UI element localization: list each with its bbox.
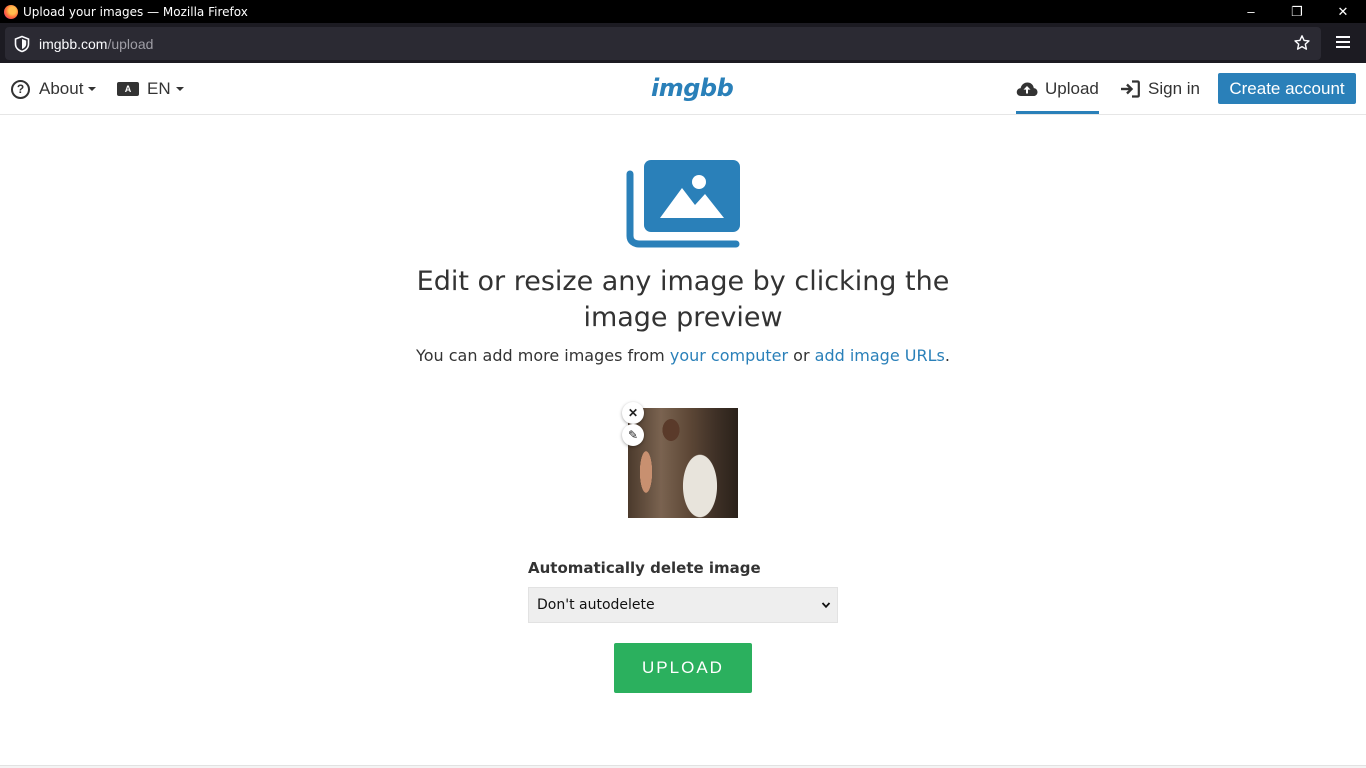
caret-down-icon bbox=[88, 87, 97, 91]
window-controls: – ❐ ✕ bbox=[1228, 0, 1366, 23]
add-more-prefix: You can add more images from bbox=[416, 346, 670, 365]
site-header: ? About A EN imgbb Upload Sign in Create… bbox=[0, 64, 1366, 115]
shield-icon[interactable] bbox=[13, 35, 31, 53]
app-menu-icon[interactable] bbox=[1336, 36, 1350, 48]
window-title-bar: Upload your images — Mozilla Firefox – ❐… bbox=[0, 0, 1366, 23]
about-menu[interactable]: ? About bbox=[11, 64, 97, 114]
language-icon: A bbox=[117, 82, 139, 96]
language-label: EN bbox=[147, 79, 171, 98]
image-preview[interactable]: ✕ ✎ bbox=[622, 402, 738, 518]
autodelete-selected-value: Don't autodelete bbox=[537, 597, 655, 613]
about-label: About bbox=[39, 79, 84, 98]
add-image-urls-link[interactable]: add image URLs bbox=[815, 346, 945, 365]
autodelete-select[interactable]: Don't autodelete bbox=[528, 587, 838, 623]
images-icon bbox=[626, 160, 740, 248]
minimize-button[interactable]: – bbox=[1228, 0, 1274, 23]
language-menu[interactable]: A EN bbox=[117, 64, 184, 114]
autodelete-label: Automatically delete image bbox=[528, 559, 761, 577]
create-account-button[interactable]: Create account bbox=[1218, 73, 1356, 104]
site-logo[interactable]: imgbb bbox=[651, 74, 734, 102]
sign-in-icon bbox=[1121, 80, 1140, 98]
browser-toolbar: imgbb.com/upload bbox=[0, 23, 1366, 63]
bookmark-star-icon[interactable] bbox=[1293, 34, 1311, 52]
add-more-text: You can add more images from your comput… bbox=[283, 346, 1083, 365]
cloud-upload-icon bbox=[1016, 82, 1038, 96]
your-computer-link[interactable]: your computer bbox=[670, 346, 788, 365]
page-headline: Edit or resize any image by clicking the… bbox=[416, 266, 950, 333]
question-icon: ? bbox=[11, 79, 30, 99]
signin-link[interactable]: Sign in bbox=[1120, 64, 1200, 114]
chevron-down-icon bbox=[821, 602, 831, 609]
firefox-logo-icon bbox=[4, 4, 18, 19]
address-bar[interactable]: imgbb.com/upload bbox=[5, 27, 1321, 60]
caret-down-icon bbox=[175, 87, 184, 91]
restore-button[interactable]: ❐ bbox=[1274, 0, 1320, 23]
remove-image-button[interactable]: ✕ bbox=[622, 402, 644, 424]
window-title: Upload your images — Mozilla Firefox bbox=[23, 4, 248, 19]
add-more-or: or bbox=[788, 346, 815, 365]
url-path: /upload bbox=[107, 35, 154, 52]
image-thumbnail[interactable] bbox=[628, 408, 738, 518]
add-more-suffix: . bbox=[944, 346, 950, 365]
upload-nav-item[interactable]: Upload bbox=[1016, 64, 1099, 114]
close-window-button[interactable]: ✕ bbox=[1320, 0, 1366, 23]
edit-image-button[interactable]: ✎ bbox=[622, 424, 644, 446]
upload-button[interactable]: UPLOAD bbox=[614, 643, 752, 693]
upload-nav-label: Upload bbox=[1045, 79, 1099, 98]
url-host: imgbb.com bbox=[39, 35, 108, 52]
signin-label: Sign in bbox=[1148, 79, 1200, 98]
